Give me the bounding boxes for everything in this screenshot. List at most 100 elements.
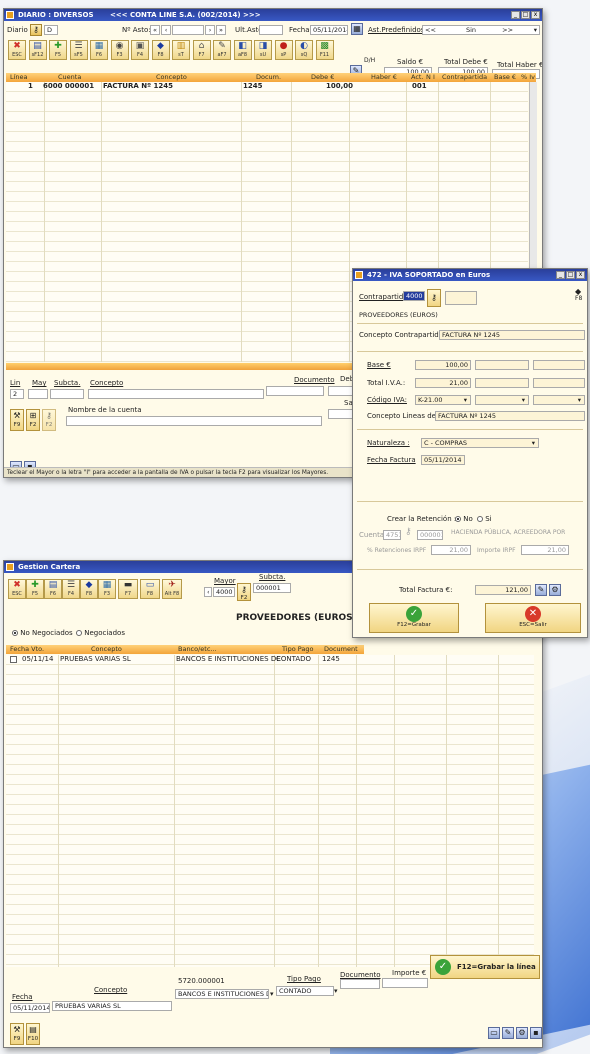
documento-field[interactable] (340, 979, 380, 989)
toolbar-button-f8[interactable]: ◆ F8 (80, 579, 98, 599)
banco-field[interactable]: BANCOS E INSTITUCIONES D (175, 989, 269, 999)
toolbar-button-esc[interactable]: ✖ ESC (8, 40, 26, 60)
chevron-down-icon[interactable]: ▾ (532, 439, 535, 447)
settings-icon[interactable]: ⚙ (549, 584, 561, 596)
chevron-down-icon[interactable]: ▾ (270, 990, 274, 998)
codigo-iva-select-3[interactable]: ▾ (533, 395, 585, 405)
table-row[interactable]: 1 6000 000001 FACTURA Nº 1245 1245 100,0… (6, 82, 526, 91)
toolbar-button-af7[interactable]: ✎ aF7 (213, 40, 231, 60)
concepto-contra-field[interactable]: FACTURA Nº 1245 (439, 330, 585, 340)
n-asto-field[interactable] (172, 25, 204, 35)
documento-field[interactable] (266, 386, 324, 396)
importe-field[interactable] (382, 978, 428, 988)
chevron-down-icon[interactable]: ▾ (534, 26, 537, 34)
toolbar-button-f11[interactable]: ▩ F11 (315, 40, 334, 60)
close-button[interactable]: x (531, 11, 540, 19)
toolbar-button-f5[interactable]: ✚ F5 (26, 579, 44, 599)
may-field[interactable] (28, 389, 48, 399)
toolbar-button-f7[interactable]: ▬ F7 (118, 579, 138, 599)
toolbar-button-f6[interactable]: ▦ F6 (90, 40, 108, 60)
save-icon[interactable]: ▪ (530, 1027, 542, 1039)
prev-record-button[interactable]: ‹ (161, 25, 171, 35)
last-record-button[interactable]: » (216, 25, 226, 35)
toolbar-button-sf5[interactable]: ☰ sF5 (69, 40, 88, 60)
concepto-field[interactable] (88, 389, 264, 399)
prev-mayor-button[interactable]: ‹ (204, 587, 212, 597)
toolbar-button-f8[interactable]: ▭ F8 (140, 579, 160, 599)
retencion-si-radio[interactable]: Si (477, 515, 492, 523)
toolbar-button-esc[interactable]: ✖ ESC (8, 579, 26, 599)
toolbar-button-f8[interactable]: ◆ F8 (151, 40, 170, 60)
fecha-field[interactable]: 05/11/2014 (10, 1003, 50, 1013)
base-field[interactable]: 100,00 (415, 360, 471, 370)
f2-key-button[interactable]: ⚷ F2 (237, 583, 251, 601)
chevron-down-icon[interactable]: ▾ (464, 396, 467, 404)
concepto-lineas-field[interactable]: FACTURA Nº 1245 (435, 411, 585, 421)
pred-next[interactable]: >> (502, 26, 513, 34)
table-row[interactable]: 05/11/14 PRUEBAS VARIAS SL BANCOS E INST… (6, 655, 526, 664)
toolbar-button-f4[interactable]: ▣ F4 (131, 40, 149, 60)
pred-prev[interactable]: << (425, 26, 436, 34)
f9-button[interactable]: ⚒ F9 (10, 409, 24, 431)
calendar-icon[interactable]: ▦ (351, 23, 363, 35)
f9-button[interactable]: ⚒ F9 (10, 1023, 24, 1045)
lin-field[interactable]: 2 (10, 389, 24, 399)
toolbar-button-f5[interactable]: ✚ F5 (49, 40, 67, 60)
first-record-button[interactable]: « (150, 25, 160, 35)
mayor-field[interactable]: 4000 (213, 587, 235, 597)
row-checkbox[interactable] (10, 656, 17, 663)
toolbar-button-sq[interactable]: ◐ sQ (295, 40, 313, 60)
fecha-field[interactable]: 05/11/2014 (310, 25, 348, 35)
key-button[interactable]: ⚷ (427, 289, 441, 307)
codigo-iva-select-2[interactable]: ▾ (475, 395, 529, 405)
f10-button[interactable]: ▤ F10 (26, 1023, 40, 1045)
toolbar-button-f6[interactable]: ▤ F6 (44, 579, 62, 599)
minimize-button[interactable]: _ (556, 271, 565, 279)
tipo-pago-field[interactable]: CONTADO (276, 986, 334, 996)
subcta-field[interactable] (50, 389, 84, 399)
contrapartida-sub-field[interactable] (445, 291, 477, 305)
negociados-radio[interactable]: Negociados (76, 629, 125, 637)
fecha-factura-field[interactable]: 05/11/2014 (421, 455, 465, 465)
chevron-down-icon[interactable]: ▾ (578, 396, 581, 404)
tag-icon[interactable]: ◆ (575, 287, 581, 296)
close-button[interactable]: x (576, 271, 585, 279)
settings-icon[interactable]: ⚙ (516, 1027, 528, 1039)
base-field-3[interactable] (533, 360, 585, 370)
toolbar-button-sp[interactable]: ● sP (274, 40, 293, 60)
cartera-grid[interactable]: 05/11/14 PRUEBAS VARIAS SL BANCOS E INST… (6, 655, 534, 967)
no-negociados-radio[interactable]: No Negociados (12, 629, 73, 637)
toolbar-button-sf12[interactable]: ▤ sF12 (28, 40, 47, 60)
toolbar-button-f3[interactable]: ▦ F3 (98, 579, 116, 599)
base-field-2[interactable] (475, 360, 529, 370)
naturaleza-select[interactable]: C - COMPRAS ▾ (421, 438, 539, 448)
retencion-no-radio[interactable]: No (455, 515, 473, 523)
ult-asto-field[interactable] (259, 25, 283, 35)
monitor-icon[interactable]: ▭ (488, 1027, 500, 1039)
maximize-button[interactable]: □ (566, 271, 575, 279)
chevron-down-icon[interactable]: ▾ (522, 396, 525, 404)
next-record-button[interactable]: › (205, 25, 215, 35)
maximize-button[interactable]: □ (521, 11, 530, 19)
toolbar-button-af8[interactable]: ◧ aF8 (233, 40, 252, 60)
codigo-iva-select[interactable]: K-21.00 ▾ (415, 395, 471, 405)
toolbar-button-alt-f8[interactable]: ✈ Alt F8 (162, 579, 182, 599)
toolbar-button-f3[interactable]: ◉ F3 (110, 40, 129, 60)
edit-icon[interactable]: ✎ (502, 1027, 514, 1039)
toolbar-button-f7[interactable]: ⌂ F7 (192, 40, 211, 60)
contrapartida-field[interactable]: 4000 (403, 291, 425, 301)
concepto-field[interactable]: PRUEBAS VARIAS SL (52, 1001, 172, 1011)
f2-button[interactable]: ⊞ F2 (26, 409, 40, 431)
salir-button[interactable]: ✕ ESC=Salir (485, 603, 581, 633)
toolbar-button-st[interactable]: ▥ sT (172, 40, 190, 60)
toolbar-button-f4[interactable]: ☰ F4 (62, 579, 80, 599)
diario-field[interactable]: D (44, 25, 58, 35)
minimize-button[interactable]: _ (511, 11, 520, 19)
key-icon[interactable]: ⚷ (30, 24, 42, 36)
ast-predefinidos-select[interactable]: << Sin >> ▾ (422, 25, 540, 35)
toolbar-button-su[interactable]: ◨ sU (254, 40, 272, 60)
grabar-linea-button[interactable]: ✓ F12=Grabar la línea (430, 955, 540, 979)
edit-icon[interactable]: ✎ (535, 584, 547, 596)
subcta-field[interactable]: 000001 (253, 583, 291, 593)
f2-key-button[interactable]: ⚷ F2 (42, 409, 56, 431)
